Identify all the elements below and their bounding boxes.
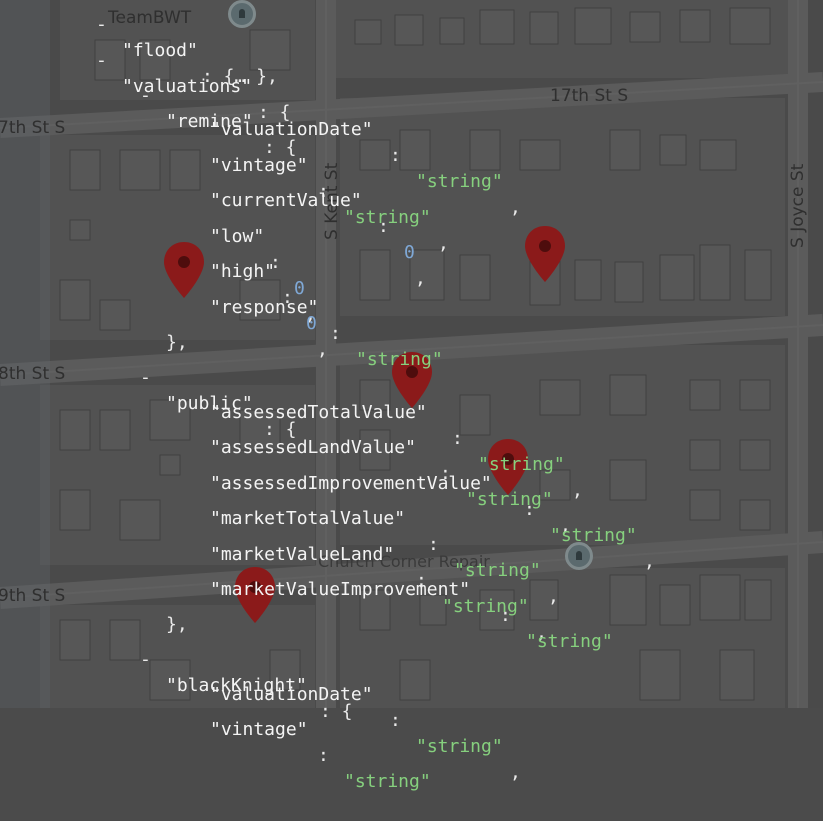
json-comma: , bbox=[317, 339, 328, 360]
json-value: "string" bbox=[356, 349, 443, 370]
json-line: "marketValueLand" : "string" , bbox=[0, 516, 547, 643]
json-value: "string" bbox=[344, 771, 431, 792]
json-key: "vintage" bbox=[210, 155, 308, 176]
json-line: "vintage" : "string" , bbox=[0, 127, 449, 254]
collapse-toggle[interactable]: - bbox=[140, 83, 151, 109]
json-value: "string" bbox=[416, 171, 503, 192]
collapse-toggle[interactable]: - bbox=[96, 48, 107, 74]
json-key[interactable]: "flood" bbox=[122, 38, 198, 64]
json-key: "assessedImprovementValue" bbox=[210, 473, 492, 494]
json-colon: : bbox=[428, 534, 439, 555]
json-key: "currentValue" bbox=[210, 190, 362, 211]
json-brace: }, bbox=[166, 332, 188, 353]
json-colon: : bbox=[452, 428, 463, 449]
collapse-toggle[interactable]: - bbox=[140, 647, 151, 673]
json-comma: , bbox=[415, 268, 426, 289]
json-line: }, bbox=[0, 586, 188, 635]
json-line: "valuationDate" : "string" , bbox=[0, 656, 521, 783]
json-comma: , bbox=[548, 586, 559, 607]
json-line: "currentValue" : 0 , bbox=[0, 162, 426, 289]
json-colon: : bbox=[378, 216, 389, 237]
json-line: "response" : "string" bbox=[0, 269, 443, 370]
json-colon: : bbox=[390, 710, 401, 731]
json-line: - "public" : { bbox=[0, 339, 297, 440]
json-key: "valuationDate" bbox=[210, 119, 373, 140]
json-line: }, bbox=[0, 304, 188, 353]
json-key: "valuationDate" bbox=[210, 684, 373, 705]
json-line: "assessedTotalValue" : "string" , bbox=[0, 374, 583, 501]
collapse-toggle[interactable]: - bbox=[140, 365, 151, 391]
json-key: "vintage" bbox=[210, 719, 308, 740]
json-key: "marketValueImprovement" bbox=[210, 579, 471, 600]
json-line: - "flood" : {… }, bbox=[0, 0, 278, 87]
json-value: 0 bbox=[404, 242, 415, 263]
json-key: "high" bbox=[210, 261, 276, 282]
json-brace: }, bbox=[166, 614, 188, 635]
json-key: "assessedLandValue" bbox=[210, 437, 416, 458]
json-value: "string" bbox=[550, 525, 637, 546]
json-line: - "blackKnight" : { bbox=[0, 621, 353, 722]
json-line: - "valuations" : { bbox=[0, 22, 291, 123]
json-comma: , bbox=[644, 551, 655, 572]
json-line: "marketValueImprovement" : "string" bbox=[0, 551, 613, 652]
json-line: "high" : 0 , bbox=[0, 233, 328, 360]
json-value: "string" bbox=[416, 736, 503, 757]
json-colon: : bbox=[524, 499, 535, 520]
json-comma: , bbox=[438, 233, 449, 254]
json-comma: , bbox=[510, 762, 521, 783]
json-line: "assessedImprovementValue" : "string" , bbox=[0, 445, 655, 572]
collapse-toggle[interactable]: - bbox=[96, 12, 107, 38]
json-schema-view: - "flood" : {… }, - "valuations" : { - "… bbox=[0, 0, 823, 792]
json-colon: : bbox=[390, 145, 401, 166]
json-line: "valuationDate" : "string" , bbox=[0, 91, 521, 218]
json-colon: : bbox=[318, 745, 329, 766]
json-value: "string" bbox=[526, 631, 613, 652]
json-key: "response" bbox=[210, 297, 319, 318]
json-colon: : bbox=[330, 323, 341, 344]
json-line: "assessedLandValue" : "string" , bbox=[0, 409, 571, 536]
json-key: "marketTotalValue" bbox=[210, 508, 406, 529]
json-line: "low" : 0 , bbox=[0, 198, 316, 325]
json-line: "vintage" : "string" bbox=[0, 691, 431, 792]
json-colon: : bbox=[500, 605, 511, 626]
json-key: "low" bbox=[210, 226, 265, 247]
json-key: "marketValueLand" bbox=[210, 544, 395, 565]
json-key: "assessedTotalValue" bbox=[210, 402, 427, 423]
json-line: - "remine" : { bbox=[0, 57, 297, 158]
json-comma: , bbox=[510, 197, 521, 218]
json-comma: , bbox=[572, 480, 583, 501]
json-line: "marketTotalValue" : "string" , bbox=[0, 480, 559, 607]
